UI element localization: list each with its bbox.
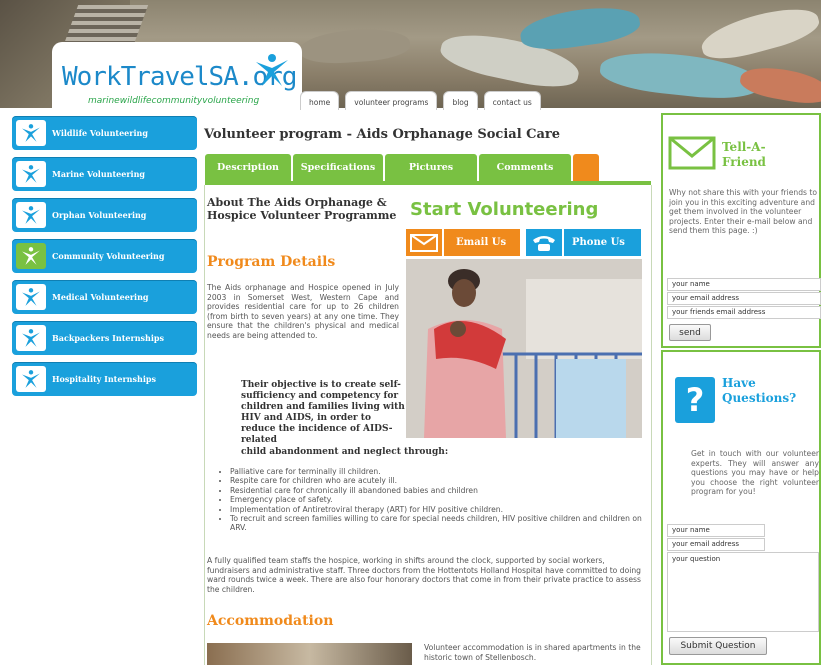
volunteer-figure-icon	[16, 120, 46, 146]
accommodation-heading: Accommodation	[207, 613, 334, 629]
list-item: Emergency place of safety.	[230, 495, 648, 504]
program-details-heading: Program Details	[207, 254, 336, 270]
sidebar-item-label: Community Volunteering	[52, 251, 165, 261]
nav-home[interactable]: home	[300, 91, 340, 110]
volunteer-figure-icon	[16, 202, 46, 228]
tab-specifications[interactable]: Specifications	[293, 154, 383, 181]
sidebar-item-backpackers[interactable]: Backpackers Internships	[12, 321, 197, 355]
tell-a-friend-text: Why not share this with your friends to …	[669, 188, 818, 236]
volunteer-figure-icon	[256, 54, 288, 86]
volunteer-figure-icon	[16, 325, 46, 351]
team-text: A fully qualified team staffs the hospic…	[207, 556, 641, 594]
volunteer-figure-icon	[16, 366, 46, 392]
tab-description[interactable]: Description	[205, 154, 291, 181]
phone-us-button[interactable]: Phone Us	[526, 229, 641, 256]
accommodation-text: Volunteer accommodation is in shared apa…	[424, 643, 641, 662]
question-your-email-input[interactable]: your email address	[667, 538, 765, 551]
objective-tail: child abandonment and neglect through:	[241, 447, 449, 457]
list-item: Residential care for chronically ill aba…	[230, 486, 648, 495]
sidebar-item-wildlife[interactable]: Wildlife Volunteering	[12, 116, 197, 150]
top-nav: home volunteer programs blog contact us	[300, 91, 541, 110]
friend-your-email-input[interactable]: your email address	[667, 292, 821, 305]
sidebar-item-label: Backpackers Internships	[52, 333, 164, 343]
logo-tagline: marinewildlifecommunityvolunteering	[88, 96, 260, 106]
tab-comments[interactable]: Comments	[479, 154, 571, 181]
list-item: Respite care for children who are acutel…	[230, 476, 648, 485]
nav-volunteer-programs[interactable]: volunteer programs	[345, 91, 438, 110]
sidebar-item-orphan[interactable]: Orphan Volunteering	[12, 198, 197, 232]
envelope-icon	[406, 229, 444, 256]
volunteer-figure-icon	[16, 284, 46, 310]
objective-text: Their objective is to create self-suffic…	[241, 380, 405, 445]
questions-text: Get in touch with our volunteer experts.…	[691, 449, 819, 497]
email-us-label: Email Us	[456, 237, 507, 248]
questions-title: Have Questions?	[722, 376, 797, 405]
content-tabs: Description Specifications Pictures Comm…	[205, 154, 599, 181]
question-textarea[interactable]: your question	[667, 552, 819, 632]
nav-contact-us[interactable]: contact us	[483, 91, 541, 110]
phone-icon	[526, 229, 564, 256]
submit-question-button[interactable]: Submit Question	[669, 637, 767, 655]
friend-your-name-input[interactable]: your name	[667, 278, 821, 291]
tab-extra[interactable]	[573, 154, 599, 181]
list-item: To recruit and screen families willing t…	[230, 514, 648, 533]
question-your-name-input[interactable]: your name	[667, 524, 765, 537]
sidebar-item-label: Medical Volunteering	[52, 292, 149, 302]
list-item: Palliative care for terminally ill child…	[230, 467, 648, 476]
email-us-button[interactable]: Email Us	[406, 229, 520, 256]
care-list: Palliative care for terminally ill child…	[218, 467, 648, 533]
phone-us-label: Phone Us	[572, 237, 625, 248]
question-mark-icon: ?	[675, 377, 715, 423]
tab-pictures[interactable]: Pictures	[385, 154, 477, 181]
sidebar-item-hospitality[interactable]: Hospitality Internships	[12, 362, 197, 396]
caregiver-photo	[406, 259, 642, 438]
sidebar-item-marine[interactable]: Marine Volunteering	[12, 157, 197, 191]
tell-a-friend-title: Tell-A- Friend	[722, 140, 766, 169]
program-sidebar: Wildlife Volunteering Marine Volunteerin…	[12, 116, 197, 403]
send-button[interactable]: send	[669, 324, 711, 341]
friends-email-input[interactable]: your friends email address	[667, 306, 821, 319]
volunteer-figure-icon	[16, 161, 46, 187]
accommodation-photo	[207, 643, 412, 665]
start-volunteering-heading: Start Volunteering	[410, 199, 599, 220]
sidebar-item-label: Marine Volunteering	[52, 169, 146, 179]
about-heading: About The Aids Orphanage & Hospice Volun…	[207, 196, 397, 222]
list-item: Implementation of Antiretroviral therapy…	[230, 505, 648, 514]
sidebar-item-community[interactable]: Community Volunteering	[12, 239, 197, 273]
volunteer-figure-icon	[16, 243, 46, 269]
nav-blog[interactable]: blog	[443, 91, 478, 110]
sidebar-item-label: Wildlife Volunteering	[52, 128, 148, 138]
envelope-icon	[668, 136, 716, 170]
program-details-text: The Aids orphanage and Hospice opened in…	[207, 283, 399, 340]
sidebar-item-label: Orphan Volunteering	[52, 210, 147, 220]
page-title: Volunteer program - Aids Orphanage Socia…	[204, 127, 561, 142]
sidebar-item-label: Hospitality Internships	[52, 374, 156, 384]
sidebar-item-medical[interactable]: Medical Volunteering	[12, 280, 197, 314]
